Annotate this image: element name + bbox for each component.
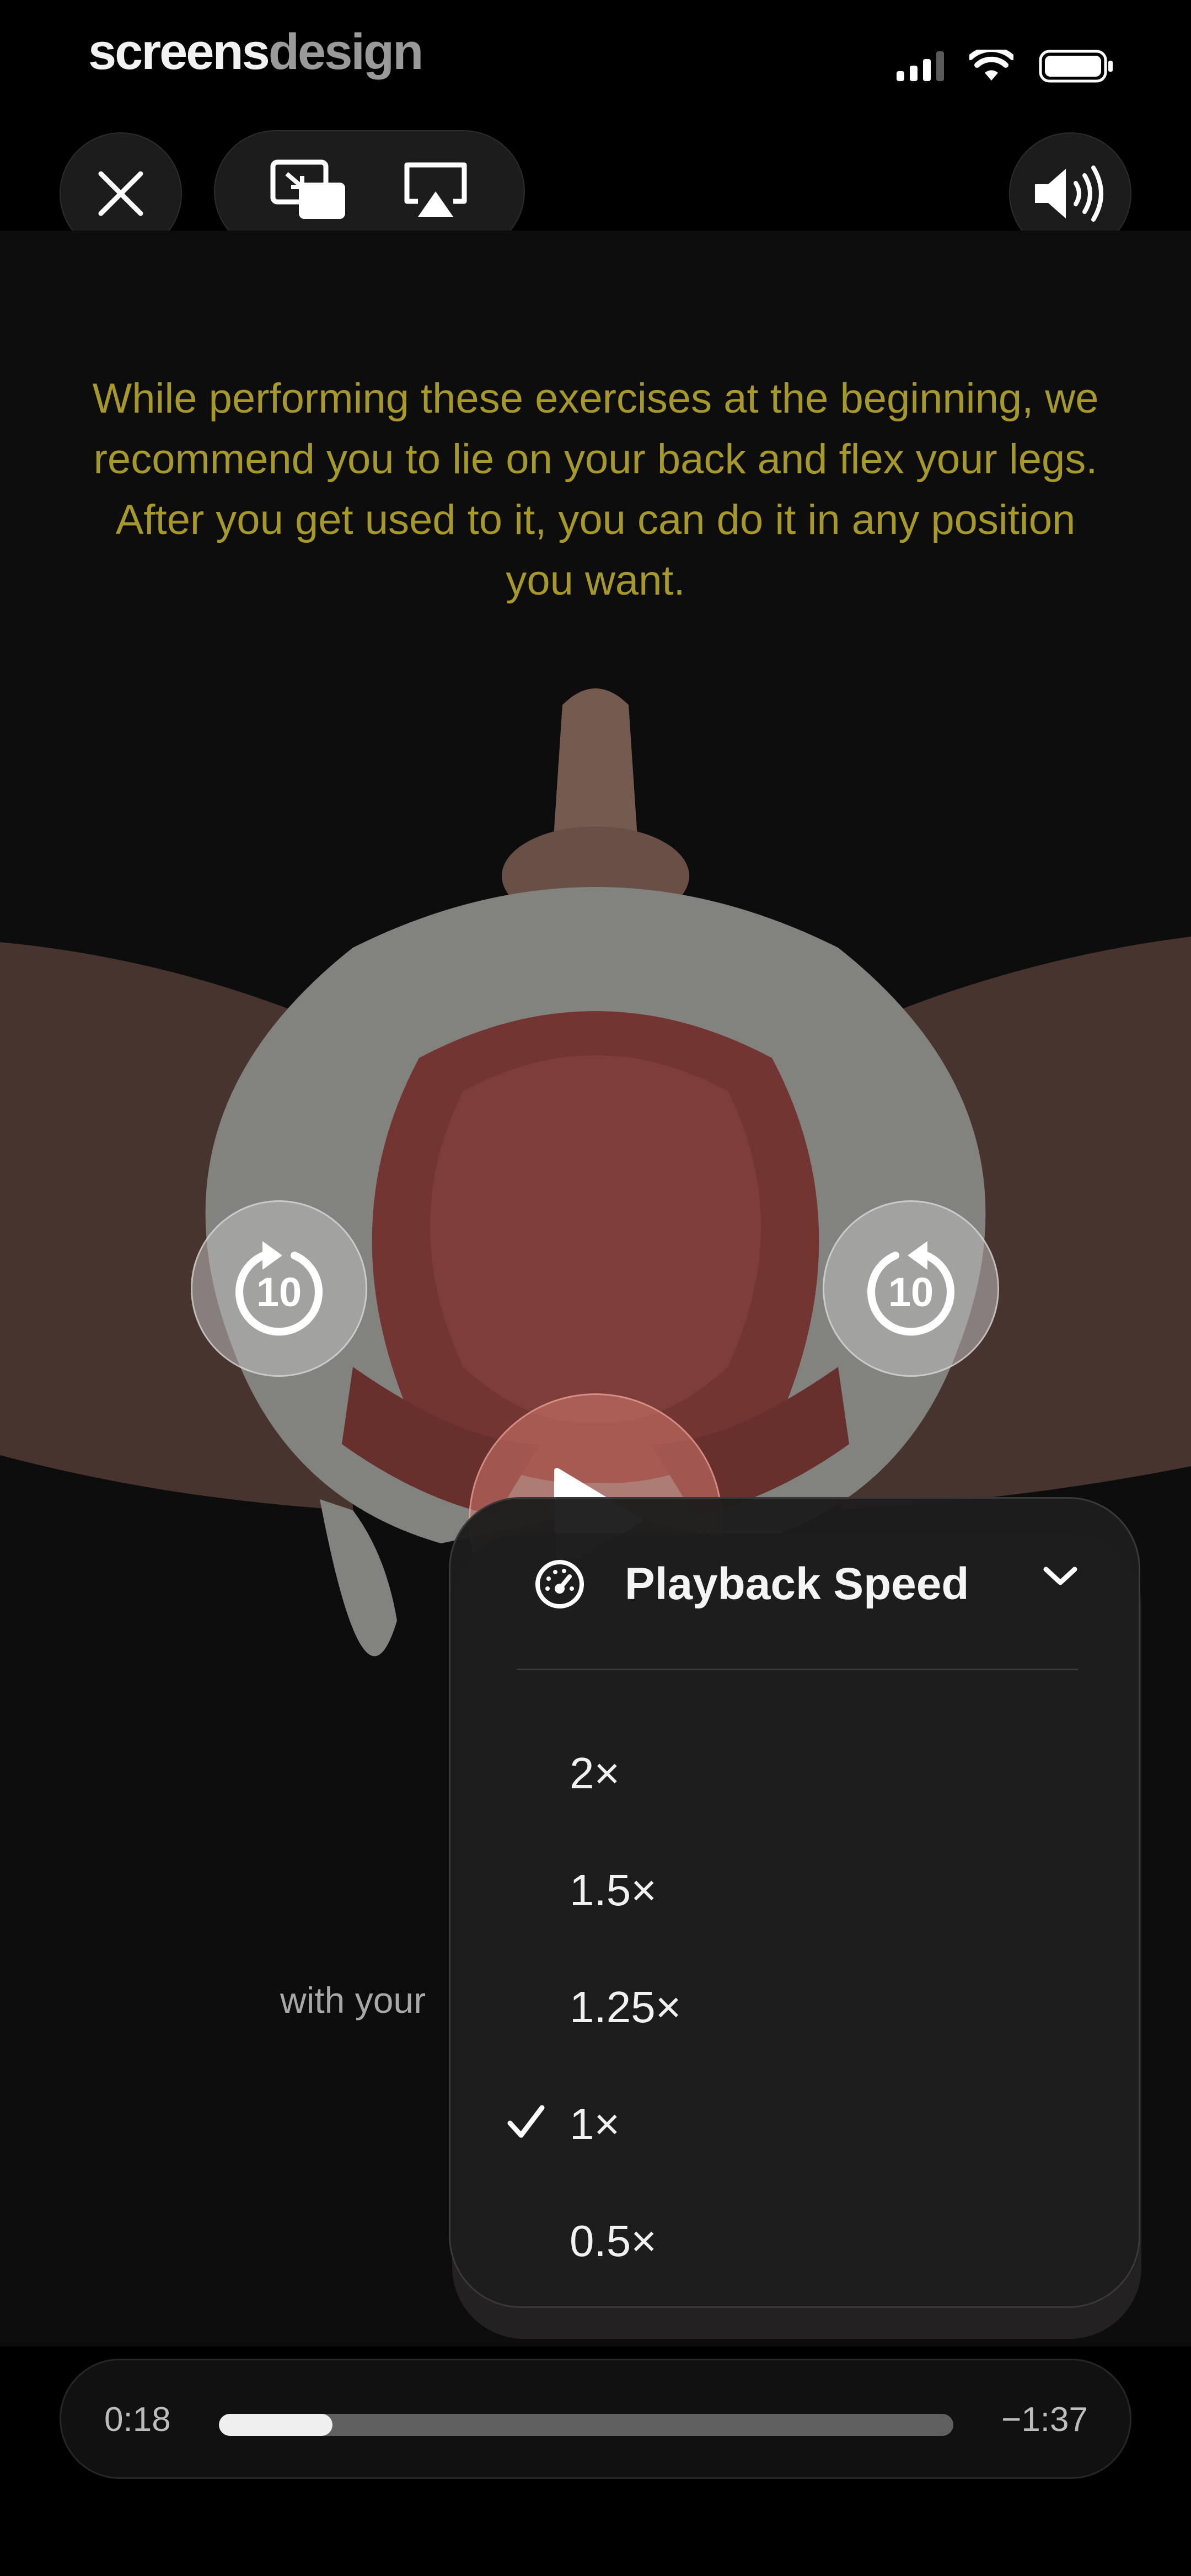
skip-back-10-icon: 10 xyxy=(235,1241,323,1336)
skip-back-label: 10 xyxy=(256,1269,302,1315)
speed-option-label: 1.5× xyxy=(570,1866,657,1915)
battery-icon xyxy=(1039,50,1113,83)
playback-speed-menu: Playback Speed 2× 1.5× 1.25× 1× 0.5× xyxy=(449,1497,1140,2308)
playback-speed-header[interactable]: Playback Speed xyxy=(450,1499,1139,1670)
subtitle-caption: with your xyxy=(280,1980,426,2021)
speed-option-2x[interactable]: 2× xyxy=(450,1715,1139,1832)
speed-option-label: 2× xyxy=(570,1749,620,1798)
cellular-signal-icon xyxy=(897,51,944,81)
progress-track[interactable] xyxy=(219,2414,953,2436)
skip-back-button[interactable]: 10 xyxy=(191,1200,367,1377)
menu-divider xyxy=(517,1669,1078,1670)
speed-option-label: 1× xyxy=(570,2099,620,2149)
speaker-volume-icon xyxy=(1035,165,1103,222)
speed-option-label: 0.5× xyxy=(570,2216,657,2265)
picture-in-picture-icon xyxy=(270,159,345,219)
progress-fill xyxy=(219,2414,333,2436)
status-bar-icons xyxy=(897,50,1114,83)
chevron-down-icon xyxy=(1043,1567,1077,1585)
skip-forward-button[interactable]: 10 xyxy=(823,1200,999,1377)
brand-logo-part1: screens xyxy=(88,24,270,80)
instruction-caption: While performing these exercises at the … xyxy=(92,375,1099,604)
skip-forward-label: 10 xyxy=(888,1269,934,1315)
skip-forward-10-icon: 10 xyxy=(867,1241,954,1336)
airplay-button[interactable] xyxy=(403,162,469,222)
speed-option-0-5x[interactable]: 0.5× xyxy=(450,2183,1139,2300)
brand-logo-part2: design xyxy=(268,24,423,80)
remaining-time: −1:37 xyxy=(1001,2401,1088,2439)
checkmark-icon xyxy=(507,2105,545,2138)
wifi-icon xyxy=(969,50,1013,81)
speed-option-label: 1.25× xyxy=(570,1982,682,2032)
speed-option-1-5x[interactable]: 1.5× xyxy=(450,1832,1139,1949)
speedometer-icon xyxy=(535,1560,584,1608)
current-time: 0:18 xyxy=(104,2401,171,2439)
playback-scrubber: 0:18 −1:37 xyxy=(60,2359,1131,2479)
playback-speed-title: Playback Speed xyxy=(625,1559,969,1609)
close-icon xyxy=(98,171,143,216)
airplay-icon xyxy=(404,162,467,217)
speed-option-1x[interactable]: 1× xyxy=(450,2066,1139,2183)
pip-button[interactable] xyxy=(270,159,347,224)
speed-option-1-25x[interactable]: 1.25× xyxy=(450,1949,1139,2066)
brand-logo: screensdesign xyxy=(88,23,423,81)
